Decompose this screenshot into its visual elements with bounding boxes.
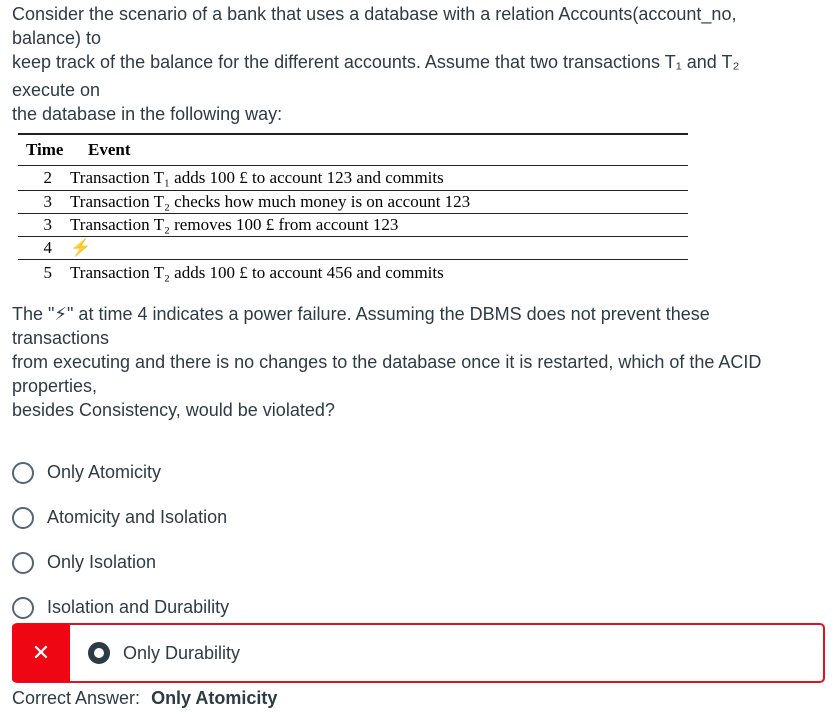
radio-button-selected[interactable] <box>88 642 110 664</box>
correct-answer-value: Only Atomicity <box>151 688 278 708</box>
answer-options: Only Atomicity Atomicity and Isolation O… <box>12 450 827 630</box>
question-line: besides Consistency, would be violated? <box>12 400 335 420</box>
event-cell: Transaction T₂ checks how much money is … <box>70 192 471 211</box>
transaction-table: Time Event 2 Transaction T₁ adds 100 £ t… <box>18 133 688 286</box>
option-label: Only Atomicity <box>47 462 162 482</box>
power-failure-icon: ⚡ <box>70 238 92 257</box>
time-cell: 2 <box>43 168 53 187</box>
time-header: Time <box>26 140 64 159</box>
question-text: The "⚡" at time 4 indicates a power fail… <box>12 302 827 422</box>
time-cell: 3 <box>43 215 53 234</box>
radio-button[interactable] <box>12 551 34 574</box>
radio-button[interactable] <box>12 506 34 529</box>
intro-line: execute on <box>12 80 101 100</box>
table-row: 3 Transaction T₂ removes 100 £ from acco… <box>18 214 688 237</box>
table-row: 2 Transaction T₁ adds 100 £ to account 1… <box>18 166 688 191</box>
intro-line: balance) to <box>12 28 102 48</box>
question-line: transactions <box>12 328 110 348</box>
option-label: Atomicity and Isolation <box>47 507 228 527</box>
answer-option-only-atomicity[interactable]: Only Atomicity <box>12 450 827 495</box>
question-line: properties, <box>12 376 98 396</box>
option-label: Only Isolation <box>47 552 157 572</box>
quiz-question: Consider the scenario of a bank that use… <box>0 0 837 716</box>
answer-option-atomicity-and-isolation[interactable]: Atomicity and Isolation <box>12 495 827 540</box>
event-header: Event <box>88 140 131 159</box>
table-row: 5 Transaction T₂ adds 100 £ to account 4… <box>18 260 688 286</box>
event-cell: Transaction T₂ removes 100 £ from accoun… <box>70 215 399 234</box>
intro-line: keep track of the balance for the differ… <box>12 52 740 72</box>
x-icon: ✕ <box>12 624 70 682</box>
event-cell: Transaction T₂ adds 100 £ to account 456… <box>70 263 444 282</box>
radio-button[interactable] <box>12 596 34 619</box>
answer-option-only-isolation[interactable]: Only Isolation <box>12 540 827 585</box>
intro-line: Consider the scenario of a bank that use… <box>12 4 737 24</box>
question-intro: Consider the scenario of a bank that use… <box>12 2 827 126</box>
option-label: Only Durability <box>123 642 241 663</box>
correct-answer-prefix: Correct Answer: <box>12 688 141 708</box>
time-cell: 3 <box>43 192 53 211</box>
selected-incorrect-answer[interactable]: ✕ Only Durability <box>12 623 825 683</box>
time-cell: 4 <box>43 238 53 257</box>
option-label: Isolation and Durability <box>47 597 230 617</box>
question-line: from executing and there is no changes t… <box>12 352 762 372</box>
question-line: The "⚡" at time 4 indicates a power fail… <box>12 304 710 324</box>
table-header: Time Event <box>18 135 688 166</box>
intro-line: the database in the following way: <box>12 104 283 124</box>
table-row: 4 ⚡ <box>18 237 688 260</box>
correct-answer: Correct Answer: Only Atomicity <box>12 688 277 709</box>
table-row: 3 Transaction T₂ checks how much money i… <box>18 191 688 214</box>
event-cell: Transaction T₁ adds 100 £ to account 123… <box>70 168 444 187</box>
radio-button[interactable] <box>12 461 34 484</box>
time-cell: 5 <box>43 263 53 282</box>
